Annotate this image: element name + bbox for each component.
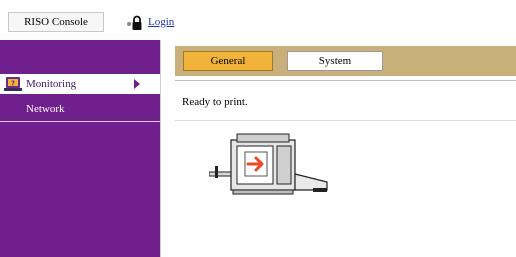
top-bar: RISO Console Login xyxy=(0,0,516,40)
divider xyxy=(175,80,516,81)
sidebar-item-network[interactable]: Network xyxy=(0,96,160,122)
sidebar-header xyxy=(0,40,160,74)
tab-bar: General System xyxy=(175,46,516,76)
login-link[interactable]: Login xyxy=(148,16,174,28)
tab-system[interactable]: System xyxy=(287,51,383,71)
divider xyxy=(175,120,516,121)
app-title: RISO Console xyxy=(8,12,104,32)
main-panel: General System Ready to print. xyxy=(160,40,516,257)
sidebar: ? Monitoring Network xyxy=(0,40,160,257)
printer-ready-icon xyxy=(209,133,328,195)
status-text: Ready to print. xyxy=(182,96,248,108)
monitor-question-icon: ? xyxy=(4,77,22,91)
chevron-right-icon xyxy=(134,79,140,89)
svg-text:?: ? xyxy=(11,80,15,88)
sidebar-item-monitoring-label: Monitoring xyxy=(26,78,77,90)
tab-general[interactable]: General xyxy=(183,51,273,71)
lock-icon xyxy=(127,15,142,30)
sidebar-item-monitoring[interactable]: ? Monitoring xyxy=(0,74,160,94)
